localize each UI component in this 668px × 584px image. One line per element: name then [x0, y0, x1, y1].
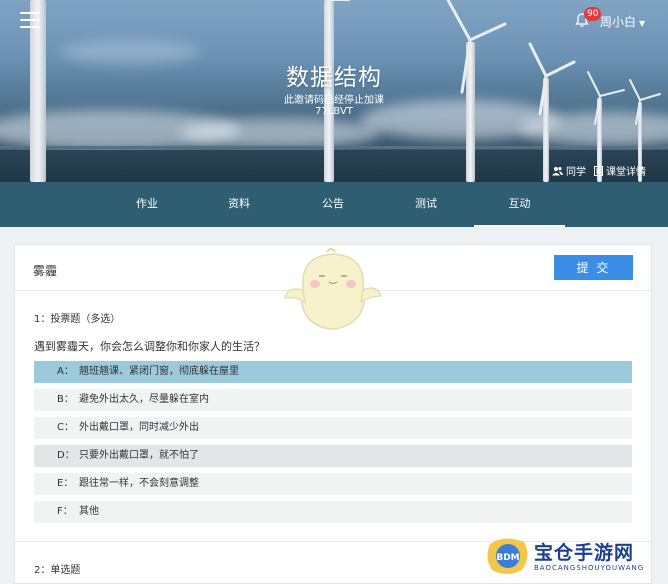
option-key: C： — [57, 422, 74, 433]
site-watermark-logo: BDM — [487, 538, 528, 574]
option-key: B： — [57, 394, 74, 405]
course-title: 数据结构 — [286, 65, 382, 91]
invite-code: 77LBVT — [315, 106, 353, 117]
option-c[interactable]: C： 外出戴口罩，同时减少外出 — [34, 417, 632, 439]
invite-status: 此邀请码已经停止加课 — [284, 95, 384, 106]
option-label: 翘班翘课、紧闭门窗，彻底躲在屋里 — [79, 366, 239, 377]
tab-interaction[interactable]: 互动 — [474, 182, 565, 227]
option-a[interactable]: A： 翘班翘课、紧闭门窗，彻底躲在屋里 — [34, 361, 632, 383]
tab-announcements[interactable]: 公告 — [288, 182, 378, 227]
class-details-link[interactable]: 课堂详情 — [594, 163, 646, 178]
username: 周小白 — [600, 15, 637, 29]
users-icon — [552, 166, 563, 175]
tab-materials[interactable]: 资料 — [194, 182, 284, 227]
tab-tests[interactable]: 测试 — [381, 182, 471, 227]
option-d[interactable]: D： 只要外出戴口罩，就不怕了 — [34, 445, 632, 467]
class-details-label: 课堂详情 — [606, 167, 646, 178]
user-menu[interactable]: 周小白 ▼ — [600, 13, 645, 30]
option-label: 跟往常一样，不会刻意调整 — [79, 478, 199, 489]
question-type: 1：投票题（多选） — [34, 314, 121, 325]
course-banner: 90 周小白 ▼ 数据结构 此邀请码已经停止加课 77LBVT 同学 课堂详情 — [0, 0, 668, 182]
menu-icon[interactable] — [20, 12, 40, 28]
option-label: 避免外出太久，尽量躲在室内 — [79, 394, 209, 405]
option-label: 只要外出戴口罩，就不怕了 — [79, 450, 199, 461]
classmates-label: 同学 — [566, 167, 586, 178]
document-icon — [594, 165, 603, 176]
course-tabs: 作业 资料 公告 测试 互动 — [0, 182, 668, 227]
mascot-watermark-icon — [284, 248, 382, 330]
caret-down-icon: ▼ — [639, 19, 646, 28]
question-type: 2：单选题 — [34, 565, 81, 576]
option-key: A： — [57, 366, 74, 377]
option-b[interactable]: B： 避免外出太久，尽量躲在室内 — [34, 389, 632, 411]
option-f[interactable]: F： 其他 — [34, 501, 632, 523]
watermark-logo-text: BDM — [496, 553, 519, 563]
option-key: F： — [57, 506, 73, 517]
question-text: 遇到雾霾天，你会怎么调整你和你家人的生活？ — [34, 340, 265, 353]
classmates-link[interactable]: 同学 — [552, 163, 586, 178]
site-watermark-sub: BAOCANGSHOUYOUWANG — [534, 564, 645, 572]
card-title: 雾霾 — [33, 264, 58, 278]
option-key: D： — [57, 450, 75, 461]
site-watermark-name: 宝仓手游网 — [534, 542, 635, 564]
notification-badge: 90 — [584, 7, 602, 21]
submit-button[interactable]: 提 交 — [554, 255, 633, 280]
option-label: 外出戴口罩，同时减少外出 — [79, 422, 199, 433]
option-label: 其他 — [79, 506, 99, 517]
option-e[interactable]: E： 跟往常一样，不会刻意调整 — [34, 473, 632, 495]
option-key: E： — [57, 478, 74, 489]
tab-homework[interactable]: 作业 — [102, 182, 192, 227]
